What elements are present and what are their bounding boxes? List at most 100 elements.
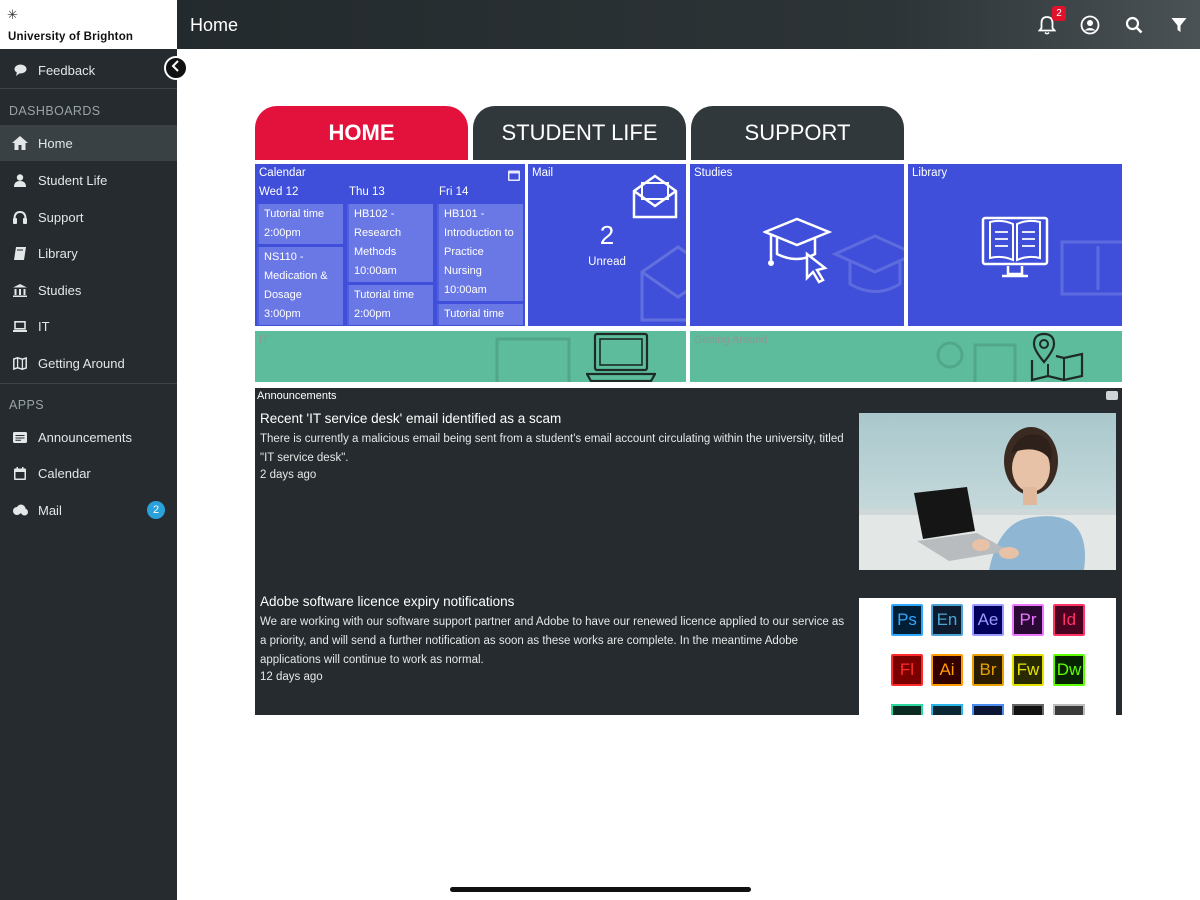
sidebar-item-home[interactable]: Home	[0, 125, 177, 161]
sidebar-item-studies[interactable]: Studies	[0, 272, 177, 308]
map-watermark-icon	[920, 335, 1020, 382]
home-indicator	[450, 887, 751, 892]
sidebar-item-label: Studies	[38, 282, 82, 298]
tab-support[interactable]: SUPPORT	[691, 106, 904, 160]
notification-badge: 2	[1052, 6, 1066, 21]
sidebar-item-label: Library	[38, 245, 78, 261]
library-tile-title: Library	[912, 167, 948, 179]
calendar-day-column: Wed 12 Tutorial time 2:00pm NS110 - Medi…	[257, 186, 343, 326]
close-icon[interactable]	[1106, 391, 1118, 400]
megaphone-icon	[11, 430, 29, 444]
logo-name: University of Brighton	[8, 31, 134, 43]
divider	[0, 88, 177, 89]
book-watermark-icon	[1058, 232, 1122, 317]
sidebar-item-label: Announcements	[38, 429, 132, 445]
sidebar-item-label: IT	[38, 318, 50, 334]
adobe-app-icon: En	[931, 604, 963, 636]
adobe-app-icon: Id	[1053, 604, 1085, 636]
getting-around-tile[interactable]: Getting Around	[690, 331, 1122, 382]
it-tile[interactable]: IT	[255, 331, 686, 382]
tab-home[interactable]: HOME	[255, 106, 468, 160]
graduation-cap-icon	[761, 214, 833, 289]
dashboards-heading: DASHBOARDS	[9, 104, 101, 118]
top-bar: Home 2	[177, 0, 1200, 49]
sidebar-item-student-life[interactable]: Student Life	[0, 162, 177, 198]
sidebar-item-getting-around[interactable]: Getting Around	[0, 345, 177, 381]
page-title: Home	[190, 15, 239, 35]
calendar-event[interactable]: HB101 - Introduction to Practice Nursing…	[437, 204, 523, 301]
graduation-cap-watermark-icon	[830, 224, 904, 319]
adobe-app-icon: Ps	[891, 604, 923, 636]
account-icon[interactable]	[1079, 14, 1101, 36]
sidebar-item-label: Getting Around	[38, 355, 125, 371]
calendar-event[interactable]: HB102 - Research Methods 10:00am	[347, 204, 433, 282]
calendar-day-column: Fri 14 HB101 - Introduction to Practice …	[437, 186, 523, 326]
announcement-image-woman-laptop[interactable]	[859, 413, 1116, 570]
announcements-heading: Announcements	[257, 390, 337, 402]
search-icon[interactable]	[1123, 14, 1145, 36]
adobe-app-icon: Fw	[1012, 654, 1044, 686]
calendar-tile[interactable]: Calendar Wed 12 Tutorial time 2:00pm NS1…	[255, 164, 525, 326]
calendar-event[interactable]: Tutorial time 2:00pm	[347, 285, 433, 325]
adobe-app-icon: Fl	[891, 654, 923, 686]
open-book-icon	[980, 210, 1050, 285]
calendar-event[interactable]: Tutorial time 2:00pm	[257, 204, 343, 244]
sidebar-item-label: Mail	[38, 502, 62, 518]
announcement-time: 12 days ago	[260, 671, 323, 683]
collapse-sidebar-button[interactable]	[164, 56, 188, 80]
sidebar: ✳ University of Brighton Feedback DASHBO…	[0, 0, 177, 900]
sidebar-item-label: Support	[38, 209, 84, 225]
adobe-app-icon: Dw	[1053, 654, 1085, 686]
announcements-panel: Announcements Recent 'IT service desk' e…	[255, 388, 1122, 715]
envelope-watermark-icon	[638, 242, 686, 326]
home-icon	[11, 136, 29, 150]
book-icon	[11, 246, 29, 260]
adobe-app-icon: Ai	[931, 654, 963, 686]
it-tile-title: IT	[259, 334, 269, 346]
calendar-day-label: Wed 12	[259, 186, 299, 198]
sidebar-item-announcements[interactable]: Announcements	[0, 419, 177, 455]
laptop-icon	[11, 319, 29, 333]
announcement-image-adobe-apps[interactable]: Ps En Ae Pr Id Fl Ai Br Fw Dw	[859, 598, 1116, 715]
university-logo[interactable]: ✳ University of Brighton	[0, 0, 177, 49]
adobe-app-icon: Pr	[1012, 604, 1044, 636]
calendar-event[interactable]: NS110 - Medication & Dosage 3:00pm	[257, 247, 343, 325]
studies-tile[interactable]: Studies	[690, 164, 904, 326]
sidebar-item-mail[interactable]: Mail 2	[0, 492, 177, 528]
calendar-day-label: Thu 13	[349, 186, 385, 198]
filter-icon[interactable]	[1168, 14, 1190, 36]
studies-tile-title: Studies	[694, 167, 733, 179]
announcement-title[interactable]: Recent 'IT service desk' email identifie…	[260, 411, 561, 426]
unread-count: 2	[599, 220, 615, 250]
mail-tile[interactable]: Mail 2 Unread	[528, 164, 686, 326]
tab-student-life[interactable]: STUDENT LIFE	[473, 106, 686, 160]
calendar-event[interactable]: Tutorial time	[437, 304, 523, 325]
logo-mark: ✳	[7, 7, 18, 22]
chevron-left-icon	[171, 59, 181, 77]
person-icon	[11, 173, 29, 187]
calendar-icon	[11, 466, 29, 480]
sidebar-item-feedback[interactable]: Feedback	[0, 52, 177, 88]
sidebar-item-calendar[interactable]: Calendar	[0, 455, 177, 491]
app: ✳ University of Brighton Feedback DASHBO…	[0, 0, 1200, 900]
calendar-day-column: Thu 13 HB102 - Research Methods 10:00am …	[347, 186, 433, 326]
headset-icon	[11, 210, 29, 224]
calendar-tile-title: Calendar	[259, 167, 306, 179]
cloud-icon	[11, 503, 29, 517]
calendar-day-label: Fri 14	[439, 186, 469, 198]
sidebar-item-library[interactable]: Library	[0, 235, 177, 271]
adobe-app-icons-row-cropped	[891, 704, 1087, 715]
sidebar-item-support[interactable]: Support	[0, 199, 177, 235]
calendar-icon	[508, 168, 520, 186]
announcement-title[interactable]: Adobe software licence expiry notificati…	[260, 594, 514, 609]
mail-count-badge: 2	[147, 501, 165, 519]
adobe-app-icon: Br	[972, 654, 1004, 686]
laptop-icon	[585, 332, 657, 382]
mail-tile-title: Mail	[532, 167, 554, 179]
sidebar-item-it[interactable]: IT	[0, 308, 177, 344]
library-tile[interactable]: Library	[908, 164, 1122, 326]
map-pin-icon	[1028, 332, 1086, 382]
speech-bubble-icon	[11, 63, 29, 77]
building-icon	[11, 283, 29, 297]
sidebar-item-label: Student Life	[38, 172, 108, 188]
